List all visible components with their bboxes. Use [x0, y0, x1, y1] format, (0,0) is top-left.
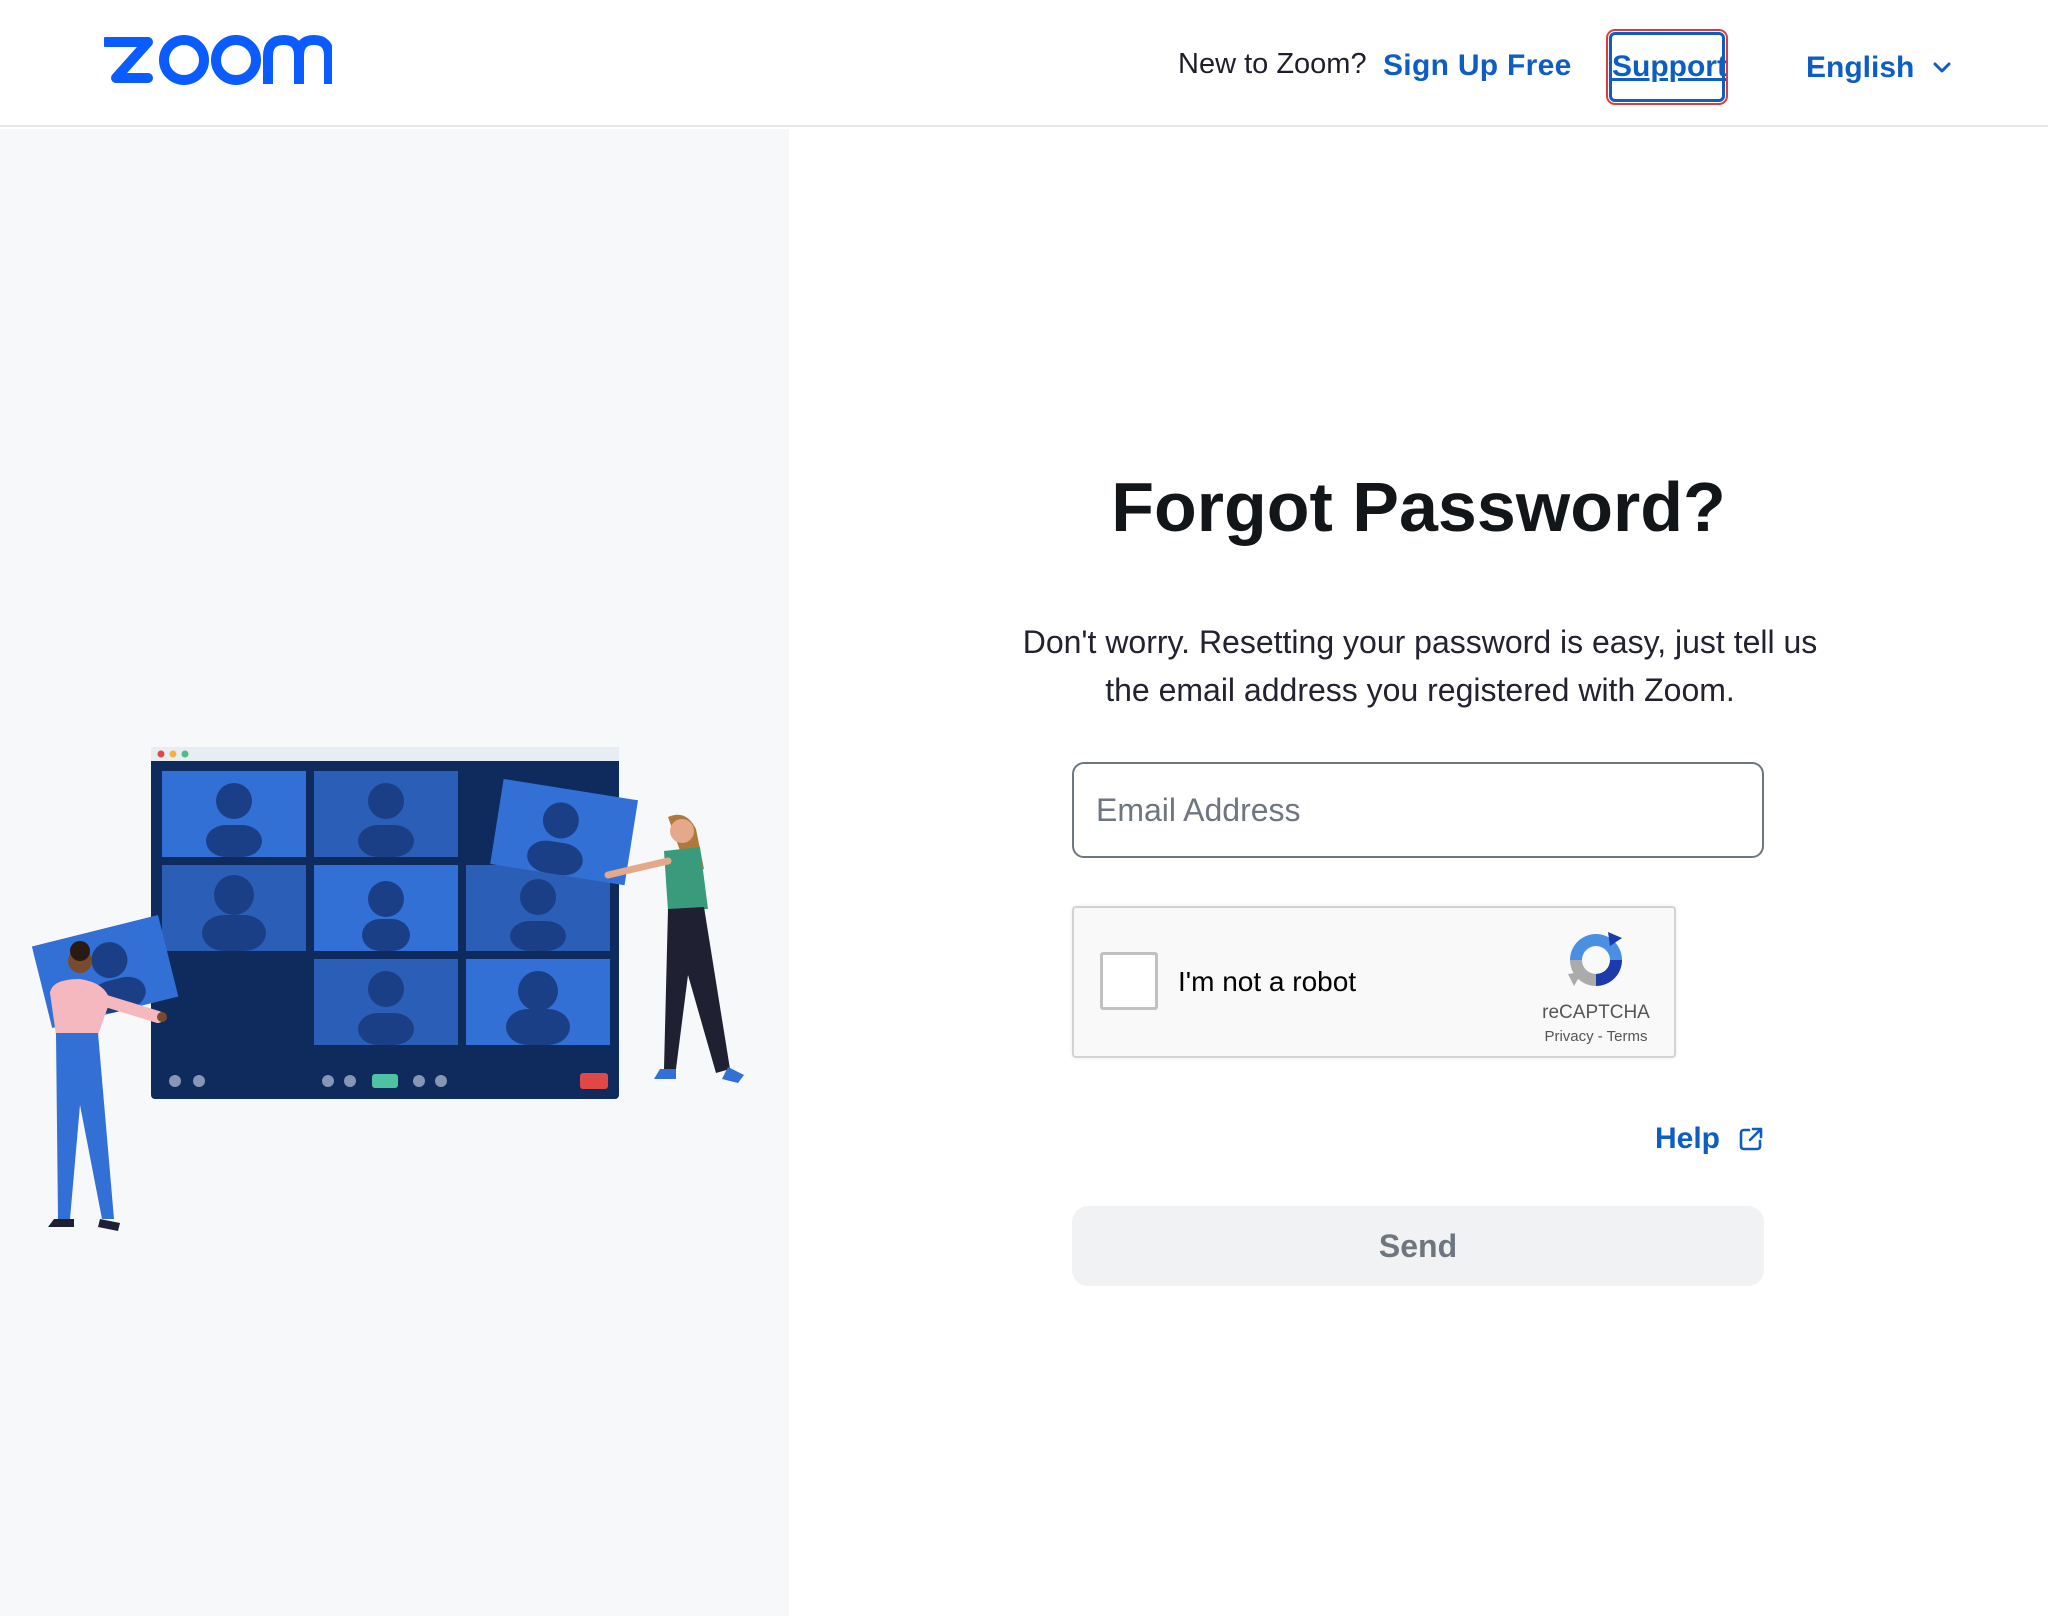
- recaptcha-logo-icon: [1568, 932, 1622, 986]
- recaptcha-widget: I'm not a robot reCAPTCHA Privacy - Term…: [1072, 906, 1676, 1058]
- recaptcha-privacy-terms-links[interactable]: Privacy - Terms: [1504, 1028, 1688, 1045]
- zoom-logo-icon: [104, 34, 332, 85]
- recaptcha-label: I'm not a robot: [1178, 966, 1357, 997]
- language-label: English: [1806, 51, 1915, 84]
- help-link[interactable]: Help: [1655, 1122, 1764, 1156]
- help-label: Help: [1655, 1122, 1721, 1155]
- recaptcha-checkbox[interactable]: [1100, 952, 1158, 1010]
- email-address-input[interactable]: [1072, 762, 1764, 858]
- top-header: New to Zoom? Sign Up Free Support Englis…: [0, 0, 2048, 127]
- recaptcha-brand: reCAPTCHA: [1542, 1002, 1650, 1023]
- page-title: Forgot Password?: [1111, 468, 1726, 546]
- illustration-panel: [0, 129, 789, 1616]
- page-description: Don't worry. Resetting your password is …: [1022, 624, 1818, 708]
- new-to-zoom-text: New to Zoom?: [1178, 48, 1367, 80]
- external-link-icon: [1739, 1127, 1763, 1151]
- chevron-down-icon: [1933, 62, 1951, 73]
- language-selector[interactable]: English: [1806, 48, 1952, 88]
- zoom-logo[interactable]: [104, 30, 332, 94]
- video-meeting-illustration: [31, 747, 744, 1231]
- support-link[interactable]: Support: [1606, 29, 1728, 105]
- sign-up-free-link[interactable]: Sign Up Free: [1383, 48, 1572, 84]
- send-button[interactable]: Send: [1072, 1206, 1764, 1286]
